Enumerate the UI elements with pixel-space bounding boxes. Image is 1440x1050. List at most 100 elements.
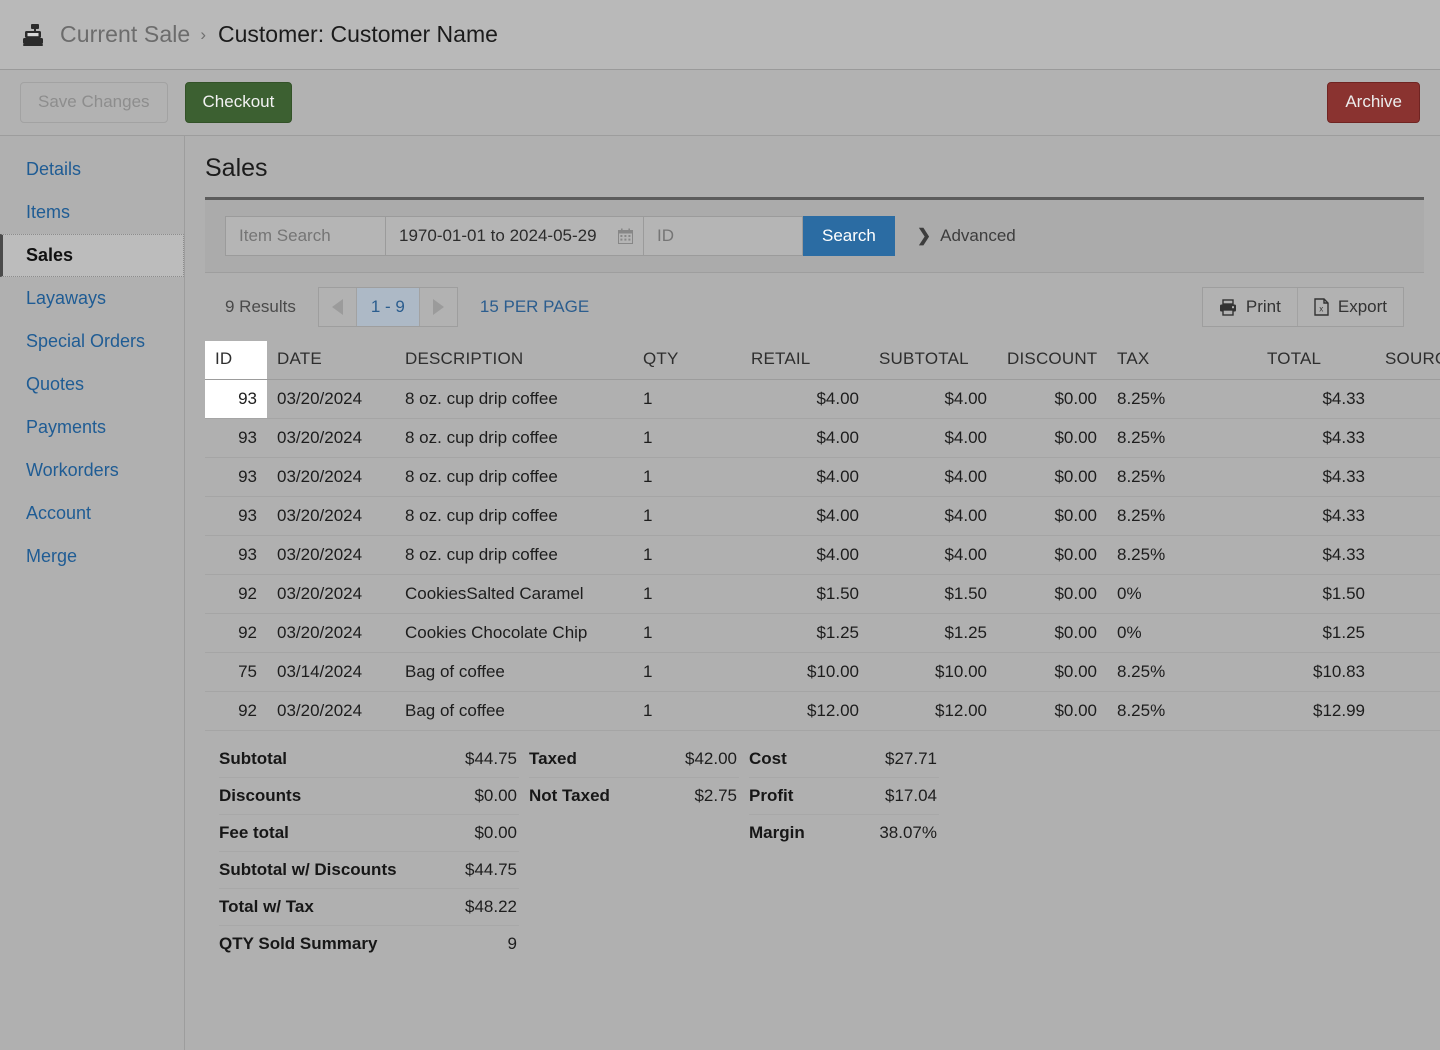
table-row[interactable]: 92 03/20/2024 Cookies Chocolate Chip 1 $1.25…	[205, 613, 1440, 653]
cell-id[interactable]: 75	[205, 652, 267, 692]
next-page-button[interactable]	[418, 288, 457, 326]
cell-qty: 1	[633, 418, 741, 458]
cell-description[interactable]: Bag of coffee	[395, 652, 633, 692]
cell-description[interactable]: 8 oz. cup drip coffee	[395, 535, 633, 575]
total-row: Discounts $0.00	[219, 778, 519, 815]
total-value: $17.04	[885, 786, 937, 805]
breadcrumb-root[interactable]: Current Sale	[60, 21, 190, 48]
column-header-qty[interactable]: QTY	[633, 341, 741, 380]
total-label: Cost	[749, 749, 787, 768]
pagination: 1 - 9	[317, 287, 458, 327]
table-row[interactable]: 93 03/20/2024 8 oz. cup drip coffee 1 $4.00 $…	[205, 457, 1440, 497]
per-page-selector[interactable]: 15 PER PAGE	[480, 297, 589, 317]
sidebar-item-sales[interactable]: Sales	[0, 234, 184, 277]
cell-id[interactable]: 93	[205, 418, 267, 458]
sidebar-item-details[interactable]: Details	[0, 148, 184, 191]
sales-table-body: 93 03/20/2024 8 oz. cup drip coffee 1 $4.00 $…	[205, 379, 1440, 731]
column-header-discount[interactable]: DISCOUNT	[997, 341, 1107, 380]
cell-total: $4.33	[1257, 496, 1375, 536]
cell-qty: 1	[633, 574, 741, 614]
totals-summary: Subtotal $44.75 Discounts $0.00 Fee total $0.…	[205, 731, 1424, 962]
table-row[interactable]: 93 03/20/2024 8 oz. cup drip coffee 1 $4.00 $…	[205, 496, 1440, 536]
cell-total: $12.99	[1257, 691, 1375, 731]
column-header-date[interactable]: DATE	[267, 341, 395, 380]
sidebar-nav: Details Items Sales Layaways Special Orders Q…	[0, 136, 185, 1050]
column-header-tax[interactable]: TAX	[1107, 341, 1257, 380]
total-label: Discounts	[219, 786, 302, 805]
cell-description[interactable]: CookiesSalted Caramel	[395, 574, 633, 614]
cell-id[interactable]: 92	[205, 691, 267, 731]
cell-description[interactable]: 8 oz. cup drip coffee	[395, 379, 633, 419]
column-header-total[interactable]: TOTAL	[1257, 341, 1375, 380]
calendar-icon[interactable]	[618, 228, 633, 244]
sidebar-item-quotes[interactable]: Quotes	[0, 363, 184, 406]
checkout-button[interactable]: Checkout	[184, 82, 293, 123]
cell-description[interactable]: Cookies Chocolate Chip	[395, 613, 633, 653]
total-value: $48.22	[465, 897, 517, 916]
cell-id[interactable]: 92	[205, 613, 267, 653]
cell-source	[1375, 379, 1440, 419]
total-row: Subtotal $44.75	[219, 741, 519, 778]
table-row[interactable]: 92 03/20/2024 Bag of coffee 1 $12.00 $12.00 $0…	[205, 691, 1440, 731]
sidebar-item-payments[interactable]: Payments	[0, 406, 184, 449]
sidebar-item-special-orders[interactable]: Special Orders	[0, 320, 184, 363]
total-label: Not Taxed	[529, 786, 610, 805]
archive-button[interactable]: Archive	[1327, 82, 1420, 123]
column-header-id[interactable]: ID	[205, 341, 267, 380]
total-row: Cost $27.71	[749, 741, 939, 778]
item-search-input[interactable]	[225, 216, 385, 256]
cell-tax: 8.25%	[1107, 418, 1257, 458]
sidebar-item-items[interactable]: Items	[0, 191, 184, 234]
column-header-source[interactable]: SOURCE	[1375, 341, 1440, 380]
cell-id[interactable]: 93	[205, 457, 267, 497]
cell-discount: $0.00	[997, 691, 1107, 731]
cell-description[interactable]: Bag of coffee	[395, 691, 633, 731]
total-label: Taxed	[529, 749, 577, 768]
print-button[interactable]: Print	[1202, 288, 1297, 326]
export-button[interactable]: x Export	[1296, 288, 1403, 326]
table-row[interactable]: 93 03/20/2024 8 oz. cup drip coffee 1 $4.00 $…	[205, 379, 1440, 419]
cell-tax: 8.25%	[1107, 379, 1257, 419]
column-header-retail[interactable]: RETAIL	[741, 341, 869, 380]
table-row[interactable]: 93 03/20/2024 8 oz. cup drip coffee 1 $4.00 $…	[205, 418, 1440, 458]
cash-register-icon	[20, 22, 46, 48]
id-search-input[interactable]	[643, 216, 803, 256]
cell-discount: $0.00	[997, 457, 1107, 497]
cell-tax: 0%	[1107, 613, 1257, 653]
save-changes-button[interactable]: Save Changes	[20, 82, 168, 123]
cell-id[interactable]: 93	[205, 379, 267, 419]
sidebar-item-account[interactable]: Account	[0, 492, 184, 535]
cell-subtotal: $4.00	[869, 496, 997, 536]
table-row[interactable]: 93 03/20/2024 8 oz. cup drip coffee 1 $4.00 $…	[205, 535, 1440, 575]
date-range-field[interactable]: 1970-01-01 to 2024-05-29	[385, 216, 643, 256]
cell-description[interactable]: 8 oz. cup drip coffee	[395, 457, 633, 497]
search-button[interactable]: Search	[803, 216, 895, 256]
cell-tax: 8.25%	[1107, 691, 1257, 731]
total-label: Subtotal w/ Discounts	[219, 860, 397, 879]
sidebar-item-workorders[interactable]: Workorders	[0, 449, 184, 492]
cell-subtotal: $4.00	[869, 535, 997, 575]
sidebar-item-merge[interactable]: Merge	[0, 535, 184, 578]
cell-date: 03/20/2024	[267, 613, 395, 653]
table-row[interactable]: 92 03/20/2024 CookiesSalted Caramel 1 $1.50 $…	[205, 574, 1440, 614]
current-page-button[interactable]: 1 - 9	[356, 288, 419, 326]
cell-discount: $0.00	[997, 496, 1107, 536]
cell-id[interactable]: 93	[205, 496, 267, 536]
search-toolbar: 1970-01-01 to 2024-05-29	[205, 200, 1424, 273]
sidebar-item-layaways[interactable]: Layaways	[0, 277, 184, 320]
cell-id[interactable]: 92	[205, 574, 267, 614]
cell-tax: 8.25%	[1107, 496, 1257, 536]
cell-description[interactable]: 8 oz. cup drip coffee	[395, 418, 633, 458]
cell-qty: 1	[633, 379, 741, 419]
table-row[interactable]: 75 03/14/2024 Bag of coffee 1 $10.00 $10.00 $0…	[205, 652, 1440, 692]
column-header-description[interactable]: DESCRIPTION	[395, 341, 633, 380]
column-header-subtotal[interactable]: SUBTOTAL	[869, 341, 997, 380]
cell-id[interactable]: 93	[205, 535, 267, 575]
prev-page-button[interactable]	[318, 288, 357, 326]
cell-description[interactable]: 8 oz. cup drip coffee	[395, 496, 633, 536]
total-label: QTY Sold Summary	[219, 934, 378, 953]
cell-qty: 1	[633, 535, 741, 575]
results-count: 9 Results	[225, 297, 296, 316]
total-value: $0.00	[474, 786, 517, 805]
advanced-search-toggle[interactable]: ❯ Advanced	[917, 226, 1016, 246]
